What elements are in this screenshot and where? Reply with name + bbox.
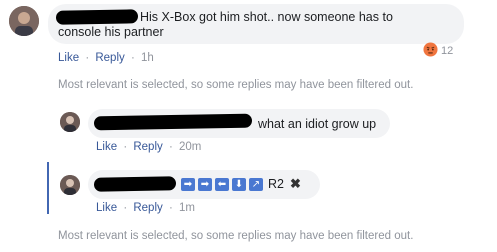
separator-dot: ·: [85, 52, 90, 64]
reaction-summary[interactable]: 12: [423, 42, 454, 60]
filter-notice: Most relevant is selected, so some repli…: [58, 79, 414, 91]
reply-timestamp[interactable]: 1m: [179, 202, 195, 214]
reply-text: what an idiot grow up: [258, 117, 377, 131]
like-link[interactable]: Like: [58, 52, 79, 64]
separator-dot: ·: [130, 52, 135, 64]
reply-timestamp[interactable]: 20m: [179, 141, 201, 153]
filter-notice: Most relevant is selected, so some repli…: [58, 230, 414, 242]
like-link[interactable]: Like: [96, 202, 117, 214]
comment-author-avatar[interactable]: [9, 6, 39, 36]
up-right-arrow-icon: ↗: [249, 177, 263, 191]
right-arrow-icon: ➡: [198, 177, 212, 191]
comment-timestamp[interactable]: 1h: [141, 52, 154, 64]
reply-actions: Like · Reply · 1m: [96, 202, 195, 214]
separator-dot: ·: [168, 202, 173, 214]
arrow-emoji-sequence: ➡ ➡ ⬅ ⬇ ↗ R2 ✖: [181, 176, 301, 191]
reply-link[interactable]: Reply: [95, 52, 124, 64]
separator-dot: ·: [168, 141, 173, 153]
comment-text-line-2: console his partner: [58, 25, 164, 39]
down-arrow-icon: ⬇: [232, 177, 246, 191]
reply-author-avatar[interactable]: [60, 175, 80, 195]
angry-reaction-icon: [423, 42, 438, 60]
like-link[interactable]: Like: [96, 141, 117, 153]
redacted-author-name: [55, 9, 139, 25]
reply-author-avatar[interactable]: [60, 112, 80, 132]
comment-text-line-1: His X-Box got him shot.. now someone has…: [140, 10, 393, 24]
redacted-author-name: [93, 113, 253, 131]
right-arrow-icon: ➡: [181, 177, 195, 191]
reply-suffix-text: R2: [268, 177, 284, 191]
reply-link[interactable]: Reply: [133, 202, 162, 214]
left-arrow-icon: ⬅: [215, 177, 229, 191]
redacted-author-name: [93, 176, 177, 192]
comment-actions: Like · Reply · 1h: [58, 52, 154, 64]
separator-dot: ·: [123, 141, 128, 153]
separator-dot: ·: [123, 202, 128, 214]
reaction-count: 12: [441, 45, 454, 57]
active-reply-indicator: [47, 162, 49, 214]
reply-link[interactable]: Reply: [133, 141, 162, 153]
reply-actions: Like · Reply · 20m: [96, 141, 201, 153]
cross-mark-icon: ✖: [289, 176, 301, 191]
